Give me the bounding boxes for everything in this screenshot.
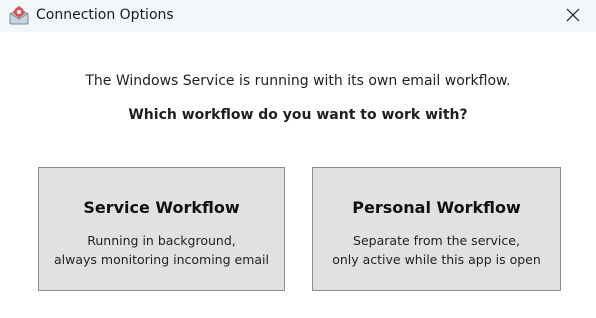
service-workflow-description: Running in background, always monitoring…	[39, 231, 284, 269]
service-workflow-desc-line1: Running in background,	[87, 233, 236, 248]
close-icon	[566, 7, 580, 26]
personal-workflow-desc-line1: Separate from the service,	[353, 233, 520, 248]
workflow-question: Which workflow do you want to work with?	[128, 107, 468, 123]
service-status-message: The Windows Service is running with its …	[85, 73, 511, 89]
personal-workflow-description: Separate from the service, only active w…	[313, 231, 560, 269]
personal-workflow-title: Personal Workflow	[352, 198, 521, 217]
service-workflow-button[interactable]: Service Workflow Running in background, …	[38, 167, 285, 291]
personal-workflow-desc-line2: only active while this app is open	[332, 252, 541, 267]
personal-workflow-button[interactable]: Personal Workflow Separate from the serv…	[312, 167, 561, 291]
service-workflow-title: Service Workflow	[83, 198, 240, 217]
title-bar: Connection Options	[0, 0, 596, 32]
dialog-window: Connection Options The Windows Service i…	[0, 0, 596, 318]
service-workflow-desc-line2: always monitoring incoming email	[54, 252, 269, 267]
envelope-gear-icon	[9, 6, 29, 25]
window-title: Connection Options	[36, 7, 174, 23]
close-button[interactable]	[550, 0, 596, 32]
